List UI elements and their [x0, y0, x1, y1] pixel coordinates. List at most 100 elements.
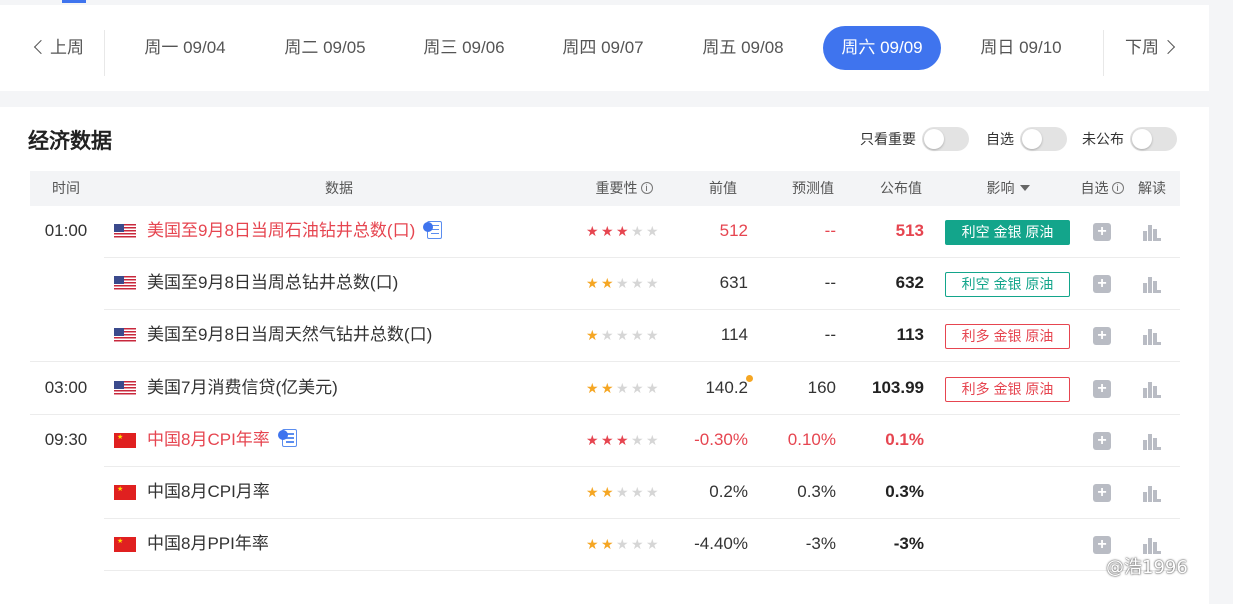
event-time: [30, 519, 102, 571]
importance-stars: ★ ★ ★ ★ ★: [586, 415, 662, 467]
indicator-name[interactable]: 美国至9月8日当周总钻井总数(口): [147, 258, 398, 310]
importance-stars: ★ ★ ★ ★ ★: [586, 258, 662, 310]
day-tab-6[interactable]: 周日 09/10: [966, 26, 1076, 70]
event-time: [30, 310, 102, 362]
header-impact-sort[interactable]: 影响: [970, 171, 1046, 206]
table-row: 美国至9月8日当周总钻井总数(口) ★ ★ ★ ★ ★ 631 -- 632 利空 金银 原油 +: [30, 258, 1180, 311]
star-icon: ★: [631, 379, 644, 396]
info-icon[interactable]: i: [1111, 182, 1124, 195]
china-flag-icon: ★: [114, 537, 136, 553]
day-tab-4[interactable]: 周五 09/08: [688, 26, 798, 70]
add-watch-button[interactable]: +: [1093, 275, 1111, 294]
filter-label: 只看重要: [860, 131, 916, 147]
day-tab-0[interactable]: 周一 09/04: [130, 26, 240, 70]
star-icon: ★: [586, 223, 599, 239]
star-icon: ★: [601, 484, 614, 500]
bar-chart-icon[interactable]: [1143, 223, 1161, 241]
day-tab-3[interactable]: 周四 09/07: [548, 26, 658, 70]
us-flag-icon: [114, 224, 136, 239]
star-icon: ★: [586, 327, 599, 344]
header-data: 数据: [325, 180, 353, 196]
table-row: ★ 中国8月PPI年率 ★ ★ ★ ★ ★ -4.40% -3% -3% +: [30, 519, 1180, 572]
add-watch-button[interactable]: +: [1093, 379, 1111, 398]
impact-badge: 利多 金银 原油: [945, 376, 1070, 402]
star-icon: ★: [631, 275, 644, 292]
tab-indicator: [62, 0, 86, 3]
indicator-name[interactable]: 中国8月PPI年率: [147, 519, 269, 571]
actual-value: 0.3%: [885, 482, 924, 501]
star-icon: ★: [601, 327, 614, 344]
star-icon: ★: [616, 223, 629, 239]
bar-chart-icon[interactable]: [1143, 275, 1161, 294]
prev-week-button[interactable]: 上周: [30, 26, 90, 70]
row-divider: [104, 570, 1180, 572]
star-icon: ★: [631, 536, 644, 553]
report-doc-icon[interactable]: [423, 220, 443, 240]
bar-chart-icon[interactable]: [1143, 327, 1161, 346]
add-watch-button[interactable]: +: [1093, 223, 1111, 241]
star-icon: ★: [601, 275, 614, 292]
forecast-value: 0.3%: [797, 482, 836, 501]
china-flag-icon: ★: [114, 432, 136, 448]
bar-chart-icon[interactable]: [1143, 484, 1161, 502]
actual-value: 103.99: [872, 377, 924, 397]
forecast-value: --: [824, 221, 836, 240]
star-icon: ★: [646, 484, 659, 500]
us-flag-icon: [114, 276, 136, 292]
bar-chart-icon[interactable]: [1143, 432, 1161, 450]
importance-stars: ★ ★ ★ ★ ★: [586, 363, 662, 415]
add-watch-button[interactable]: +: [1093, 484, 1111, 502]
star-icon: ★: [601, 536, 614, 553]
header-previous: 前值: [709, 180, 737, 196]
bar-chart-icon[interactable]: [1143, 380, 1161, 398]
forecast-value: 160: [807, 377, 836, 397]
header-analysis: 解读: [1138, 180, 1166, 196]
indicator-name[interactable]: 美国至9月8日当周石油钻井总数(口): [147, 206, 443, 258]
week-navigation: 上周 周一 09/04 周二 09/05 周三 09/06 周四 09/07 周五 09…: [0, 0, 1209, 91]
chevron-right-icon: [1160, 39, 1176, 55]
table-row: 09:30 ★ 中国8月CPI年率 ★ ★ ★ ★ ★ -0.30% 0.10% 0.1% +: [30, 415, 1180, 467]
page-gutter: [1209, 0, 1233, 604]
actual-value: 113: [896, 325, 924, 345]
header-importance: 重要性 i: [578, 171, 670, 206]
indicator-name[interactable]: 中国8月CPI年率: [147, 415, 298, 467]
add-watch-button[interactable]: +: [1093, 536, 1111, 555]
section-title: 经济数据: [28, 130, 112, 153]
star-icon: ★: [586, 536, 599, 553]
filter-toggle[interactable]: [922, 127, 969, 151]
header-time: 时间: [52, 180, 80, 196]
star-icon: ★: [601, 223, 614, 239]
filter-0: 只看重要: [860, 127, 969, 151]
importance-stars: ★ ★ ★ ★ ★: [586, 519, 662, 571]
previous-value: -0.30%: [694, 429, 748, 449]
caret-down-icon: [1019, 185, 1030, 192]
filter-1: 自选: [986, 127, 1067, 151]
next-week-button[interactable]: 下周: [1118, 26, 1180, 70]
day-tab-5[interactable]: 周六 09/09: [823, 26, 941, 70]
info-icon[interactable]: i: [640, 182, 653, 195]
indicator-name[interactable]: 美国至9月8日当周天然气钻井总数(口): [147, 310, 432, 362]
star-icon: ★: [646, 431, 659, 448]
bar-chart-icon[interactable]: [1143, 536, 1161, 555]
forecast-value: --: [824, 273, 836, 293]
header-forecast: 预测值: [792, 180, 834, 196]
add-watch-button[interactable]: +: [1093, 431, 1111, 450]
previous-value: 631: [719, 273, 748, 293]
forecast-value: --: [824, 325, 836, 345]
previous-value: 140.2: [705, 377, 748, 397]
importance-stars: ★ ★ ★ ★ ★: [586, 310, 662, 362]
indicator-name[interactable]: 美国7月消费信贷(亿美元): [147, 363, 338, 415]
actual-value: 0.1%: [885, 429, 924, 449]
day-tab-1[interactable]: 周二 09/05: [270, 26, 380, 70]
filter-toggle[interactable]: [1130, 127, 1177, 151]
star-icon: ★: [586, 379, 599, 396]
star-icon: ★: [646, 223, 659, 239]
report-doc-icon[interactable]: [277, 428, 298, 448]
divider: [104, 30, 105, 76]
indicator-name[interactable]: 中国8月CPI月率: [147, 467, 270, 519]
star-icon: ★: [586, 275, 599, 292]
add-watch-button[interactable]: +: [1093, 327, 1111, 346]
header-actual: 公布值: [880, 180, 922, 196]
day-tab-2[interactable]: 周三 09/06: [409, 26, 519, 70]
filter-toggle[interactable]: [1020, 127, 1067, 151]
